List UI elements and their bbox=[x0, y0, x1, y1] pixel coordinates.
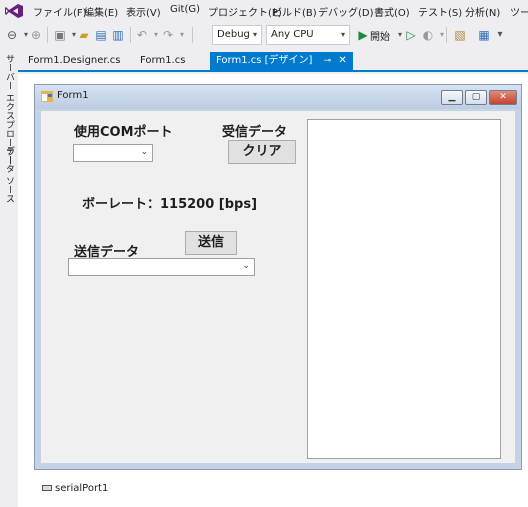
menu-analyze[interactable]: 分析(N) bbox=[465, 4, 500, 19]
configuration-select[interactable]: Debug ▾ bbox=[212, 25, 262, 45]
form-client-area: 使用COMポート ⌄ 受信データ クリア ボーレート：115200 [bps] … bbox=[41, 111, 515, 463]
menu-build[interactable]: ビルド(B) bbox=[272, 4, 317, 19]
menu-test[interactable]: テスト(S) bbox=[418, 4, 462, 19]
minimize-icon[interactable]: ▁ bbox=[441, 90, 463, 105]
menu-file[interactable]: ファイル(F) bbox=[33, 4, 87, 19]
hot-reload-dropdown-icon[interactable]: ▾ bbox=[434, 27, 450, 43]
start-label[interactable]: 開始 bbox=[370, 28, 390, 43]
clear-button[interactable]: クリア bbox=[228, 140, 296, 164]
close-icon[interactable]: ✕ bbox=[489, 90, 517, 105]
form-title-bar: Form1 ▁ ▢ ✕ bbox=[35, 85, 521, 109]
redo-dropdown-icon[interactable]: ▾ bbox=[174, 27, 190, 43]
menu-format[interactable]: 書式(O) bbox=[374, 4, 410, 19]
chevron-down-icon: ⌄ bbox=[140, 147, 148, 157]
tab-form1-cs[interactable]: Form1.cs bbox=[140, 52, 185, 70]
chevron-down-icon: ▾ bbox=[252, 30, 257, 39]
menu-edit[interactable]: 編集(E) bbox=[84, 4, 118, 19]
menu-tools[interactable]: ツー bbox=[510, 4, 528, 19]
serial-port-icon bbox=[42, 485, 52, 491]
platform-select[interactable]: Any CPU ▾ bbox=[266, 25, 350, 45]
form-window[interactable]: Form1 ▁ ▢ ✕ 使用COMポート ⌄ 受信データ クリア ボーレート：1… bbox=[34, 84, 522, 470]
form-icon bbox=[41, 91, 53, 102]
serial-port-label: serialPort1 bbox=[55, 483, 109, 494]
menu-project[interactable]: プロジェクト(P) bbox=[208, 4, 282, 19]
menu-bar: ファイル(F) 編集(E) 表示(V) Git(G) プロジェクト(P) ビルド… bbox=[0, 0, 528, 22]
receive-data-textbox[interactable] bbox=[307, 119, 501, 459]
close-icon[interactable]: ✕ bbox=[338, 55, 346, 66]
tab-label: Form1.cs [デザイン] bbox=[216, 55, 313, 66]
send-data-combobox[interactable]: ⌄ bbox=[68, 258, 255, 276]
layout-dropdown-icon[interactable]: ▾ bbox=[492, 27, 508, 43]
toolbar: ⊖ ▾ ⊕ ▣ ▾ ▰ ▤ ▥ ↶ ▾ ↷ ▾ Debug ▾ Any CPU ▾ … bbox=[0, 22, 528, 48]
component-tray-serialport[interactable]: serialPort1 bbox=[42, 483, 108, 494]
maximize-icon[interactable]: ▢ bbox=[465, 90, 487, 105]
form-title: Form1 bbox=[57, 90, 89, 101]
visual-studio-logo-icon bbox=[5, 4, 23, 18]
tab-form1-design[interactable]: Form1.cs [デザイン] ⊸ ✕ bbox=[210, 52, 353, 70]
start-without-debugging-icon[interactable]: ▷ bbox=[403, 27, 419, 43]
pin-icon[interactable]: ⊸ bbox=[324, 56, 332, 66]
side-tool-strip: サーバー エクスプローラー データ ソース bbox=[0, 48, 18, 507]
document-tab-bar: Form1.Designer.cs Form1.cs Form1.cs [デザイ… bbox=[18, 48, 528, 72]
forward-icon[interactable]: ⊕ bbox=[28, 27, 44, 43]
save-icon[interactable]: ▤ bbox=[93, 27, 109, 43]
com-port-combobox[interactable]: ⌄ bbox=[73, 144, 153, 162]
com-port-label: 使用COMポート bbox=[74, 125, 173, 140]
tab-order-icon[interactable]: ▧ bbox=[452, 27, 468, 43]
open-folder-icon[interactable]: ▰ bbox=[76, 27, 92, 43]
tab-form1-designer-cs[interactable]: Form1.Designer.cs bbox=[28, 52, 121, 70]
layout-icon[interactable]: ▦ bbox=[476, 27, 492, 43]
save-all-icon[interactable]: ▥ bbox=[110, 27, 126, 43]
chevron-down-icon: ⌄ bbox=[242, 261, 250, 271]
send-button[interactable]: 送信 bbox=[185, 231, 237, 255]
menu-git[interactable]: Git(G) bbox=[170, 4, 200, 15]
chevron-down-icon: ▾ bbox=[340, 30, 345, 39]
baud-rate-label: ボーレート：115200 [bps] bbox=[82, 197, 258, 212]
start-icon[interactable]: ▶ bbox=[355, 27, 371, 43]
menu-debug[interactable]: デバッグ(D) bbox=[318, 4, 374, 19]
data-sources-tab[interactable]: データ ソース bbox=[3, 146, 16, 203]
receive-data-label: 受信データ bbox=[222, 125, 288, 140]
menu-view[interactable]: 表示(V) bbox=[126, 4, 161, 19]
